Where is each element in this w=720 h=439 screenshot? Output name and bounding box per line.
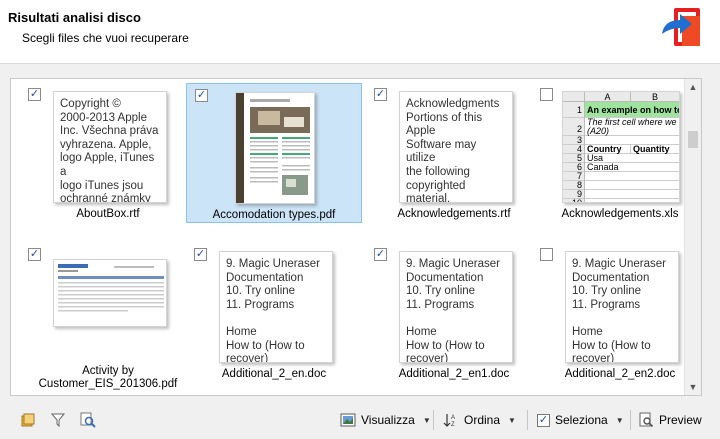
file-tile[interactable]: ✓ Acknowledgments Portions of this Apple…: [366, 83, 542, 223]
pdf-page-image: [236, 93, 314, 203]
view-button[interactable]: Visualizza ▼: [340, 410, 431, 430]
pdf-thumbnail: [235, 92, 315, 204]
file-checkbox[interactable]: ✓: [28, 88, 41, 101]
sheet-row-header: 2: [563, 118, 584, 136]
scroll-down-arrow-icon[interactable]: ▼: [685, 379, 701, 395]
bottom-toolbar: Visualizza ▼ A Z Ordina ▼ ✓ Seleziona ▼ …: [0, 400, 720, 439]
sheet-header-cell: Quantity: [633, 144, 670, 154]
file-preview: Acknowledgments Portions of this Apple S…: [399, 91, 513, 203]
preview-icon: [639, 412, 654, 428]
file-preview: Copyright © 2000-2013 Apple Inc. Všechna…: [53, 91, 167, 203]
dialog-title: Risultati analisi disco: [8, 10, 141, 25]
file-name: Additional_2_en2.doc: [564, 368, 676, 380]
file-checkbox[interactable]: ✓: [194, 248, 207, 261]
preview-label: Preview: [659, 413, 702, 427]
file-checkbox[interactable]: ✓: [195, 89, 208, 102]
select-button[interactable]: ✓ Seleziona ▼: [537, 410, 624, 430]
sheet-note-cell: (A20): [587, 126, 610, 136]
file-name: Acknowledgements.xls: [561, 208, 679, 220]
filter-button[interactable]: [50, 410, 71, 430]
svg-text:Z: Z: [451, 422, 455, 428]
pdf-page-image: [54, 260, 166, 326]
file-tile[interactable]: A B 1 2 3 4 5 6 7 8 9 10 An example on h…: [532, 83, 701, 223]
chevron-down-icon: ▼: [508, 415, 516, 425]
chevron-down-icon: ▼: [422, 415, 431, 425]
file-preview: 9. Magic Uneraser Documentation 10. Try …: [399, 251, 513, 363]
sheet-col-header: A: [585, 92, 631, 102]
search-button[interactable]: [80, 410, 101, 430]
file-tile[interactable]: ✓ Copyright © 2000-2013 Apple Inc. Všech…: [20, 83, 196, 223]
sort-az-icon: A Z: [443, 414, 455, 428]
file-name: AboutBox.rtf: [76, 208, 140, 220]
file-checkbox[interactable]: ✓: [374, 248, 387, 261]
recovery-logo-icon: [662, 8, 700, 46]
pdf-thumbnail: [53, 259, 167, 327]
file-name: Additional_2_en.doc: [221, 368, 327, 380]
file-tile[interactable]: ✓ Activity by Customer_EIS_201306.pdf: [20, 243, 196, 390]
sheet-row-header: 10: [571, 198, 582, 203]
file-gallery[interactable]: ✓ Copyright © 2000-2013 Apple Inc. Všech…: [10, 78, 702, 396]
folders-button[interactable]: [20, 410, 41, 430]
file-checkbox[interactable]: ✓: [28, 248, 41, 261]
sheet-cell: Canada: [585, 163, 679, 172]
sheet-header-cell: Country: [585, 145, 631, 154]
scrollbar-thumb[interactable]: [688, 131, 698, 148]
scroll-up-arrow-icon[interactable]: ▲: [685, 79, 701, 95]
file-name: Accomodation types.pdf: [212, 209, 336, 221]
folders-icon: [21, 413, 35, 427]
file-tile-selected[interactable]: ✓ Accomodation types.pdf: [186, 83, 362, 223]
file-tile[interactable]: ✓ 9. Magic Uneraser Documentation 10. Tr…: [186, 243, 362, 383]
file-tile[interactable]: ✓ 9. Magic Uneraser Documentation 10. Tr…: [366, 243, 542, 383]
vertical-scrollbar[interactable]: ▲ ▼: [684, 79, 701, 395]
view-label: Visualizza: [361, 413, 415, 427]
sort-label: Ordina: [464, 413, 501, 427]
file-tile[interactable]: 9. Magic Uneraser Documentation 10. Try …: [532, 243, 701, 383]
toolbar-divider: [630, 410, 631, 430]
file-name: Additional_2_en1.doc: [398, 368, 510, 380]
sheet-title-cell: An example on how to: [585, 102, 679, 118]
view-icon: [340, 413, 356, 427]
select-label: Seleziona: [555, 413, 608, 427]
file-name: Activity by Customer_EIS_201306.pdf: [38, 365, 178, 390]
search-icon: [80, 412, 96, 428]
chevron-down-icon: ▼: [615, 415, 624, 425]
file-checkbox[interactable]: ✓: [374, 88, 387, 101]
svg-text:A: A: [451, 415, 455, 421]
sheet-row-header: 1: [563, 102, 584, 118]
file-preview: 9. Magic Uneraser Documentation 10. Try …: [565, 251, 679, 363]
preview-button[interactable]: Preview: [638, 410, 702, 430]
file-checkbox[interactable]: [540, 248, 553, 261]
sort-button[interactable]: A Z Ordina ▼: [443, 410, 516, 430]
checkbox-icon: ✓: [537, 413, 550, 427]
filter-icon: [50, 413, 66, 428]
toolbar-divider: [433, 410, 434, 430]
file-preview: 9. Magic Uneraser Documentation 10. Try …: [219, 251, 333, 363]
toolbar-divider: [527, 410, 528, 430]
spreadsheet-thumbnail: A B 1 2 3 4 5 6 7 8 9 10 An example on h…: [562, 91, 680, 203]
file-name: Acknowledgements.rtf: [397, 208, 511, 220]
dialog-subtitle: Scegli files che vuoi recuperare: [22, 31, 189, 45]
sheet-col-header: B: [651, 92, 658, 102]
file-checkbox[interactable]: [540, 88, 553, 101]
header: Risultati analisi disco Scegli files che…: [0, 0, 720, 64]
